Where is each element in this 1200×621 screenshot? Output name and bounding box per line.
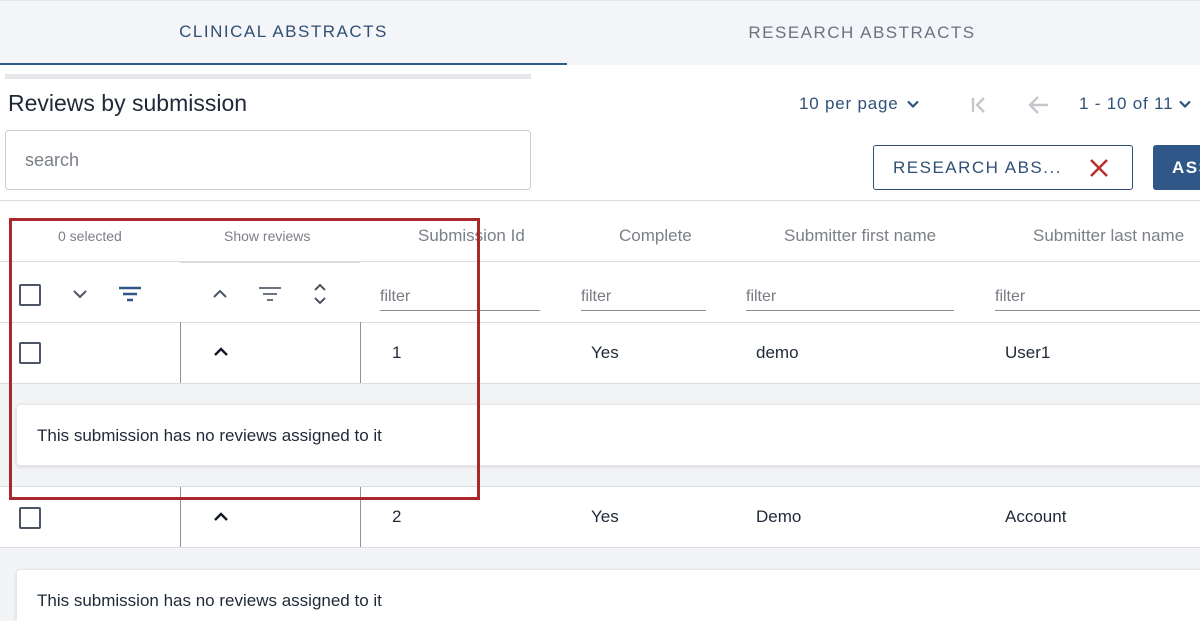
filter-submitter-last-name[interactable] [995, 283, 1200, 311]
page-title: Reviews by submission [8, 90, 248, 116]
show-reviews-header: Show reviews [224, 228, 311, 244]
cell-submitter-last-name: User1 [1005, 343, 1051, 362]
tab-clinical-abstracts[interactable]: CLINICAL ABSTRACTS [0, 0, 567, 65]
filter-icon[interactable] [117, 281, 143, 307]
header-divider [180, 262, 360, 263]
row-checkbox[interactable] [19, 507, 41, 529]
chevron-down-icon[interactable] [67, 281, 93, 307]
filter-complete[interactable] [581, 283, 706, 311]
no-reviews-message: This submission has no reviews assigned … [37, 591, 382, 610]
cell-submission-id: 1 [392, 343, 402, 362]
cell-submitter-last-name: Account [1005, 507, 1067, 526]
per-page-select[interactable]: 10 per page [799, 94, 921, 114]
per-page-label: 10 per page [799, 94, 899, 113]
header-bottom-border [0, 261, 1200, 262]
cell-complete: Yes [591, 343, 619, 362]
reviews-card: This submission has no reviews assigned … [16, 404, 1200, 466]
chevron-down-icon [906, 100, 919, 109]
cell-complete: Yes [591, 507, 619, 526]
column-header-submitter-last-name[interactable]: Submitter last name [1033, 226, 1184, 246]
search-input[interactable] [5, 130, 531, 190]
filter-chip-research-abstracts: RESEARCH ABS... [873, 145, 1133, 190]
assign-button[interactable]: ASSIGN [1153, 145, 1200, 190]
filter-submission-id[interactable] [380, 283, 540, 311]
column-header-complete[interactable]: Complete [619, 226, 692, 246]
filter-chip-label: RESEARCH ABS... [893, 157, 1062, 177]
column-header-submitter-first-name[interactable]: Submitter first name [784, 226, 936, 246]
row-checkbox[interactable] [19, 342, 41, 364]
close-icon[interactable] [1088, 157, 1110, 179]
first-page-icon[interactable] [966, 92, 992, 118]
previous-page-icon[interactable] [1026, 92, 1052, 118]
reviews-card: This submission has no reviews assigned … [16, 569, 1200, 621]
filter-submitter-first-name[interactable] [746, 283, 954, 311]
cell-submission-id: 2 [392, 507, 402, 526]
loading-bar [5, 74, 531, 79]
chevron-down-icon [1179, 100, 1192, 109]
cell-submitter-first-name: Demo [756, 507, 802, 526]
chevron-up-icon[interactable] [208, 504, 234, 530]
cell-submitter-first-name: demo [756, 343, 799, 362]
pagination-range[interactable]: 1 - 10 of 11 [1079, 94, 1193, 114]
table-top-border [0, 200, 1200, 201]
chevron-up-icon[interactable] [208, 339, 234, 365]
no-reviews-message: This submission has no reviews assigned … [37, 426, 382, 445]
expand-collapse-icon[interactable] [307, 281, 333, 307]
tab-research-abstracts[interactable]: RESEARCH ABSTRACTS [567, 0, 1157, 65]
selected-count: 0 selected [58, 228, 122, 244]
column-header-submission-id[interactable]: Submission Id [418, 226, 525, 246]
select-all-checkbox[interactable] [19, 284, 41, 306]
pagination-range-label: 1 - 10 of 11 [1079, 94, 1174, 113]
chevron-up-icon[interactable] [207, 281, 233, 307]
filter-icon[interactable] [257, 281, 283, 307]
